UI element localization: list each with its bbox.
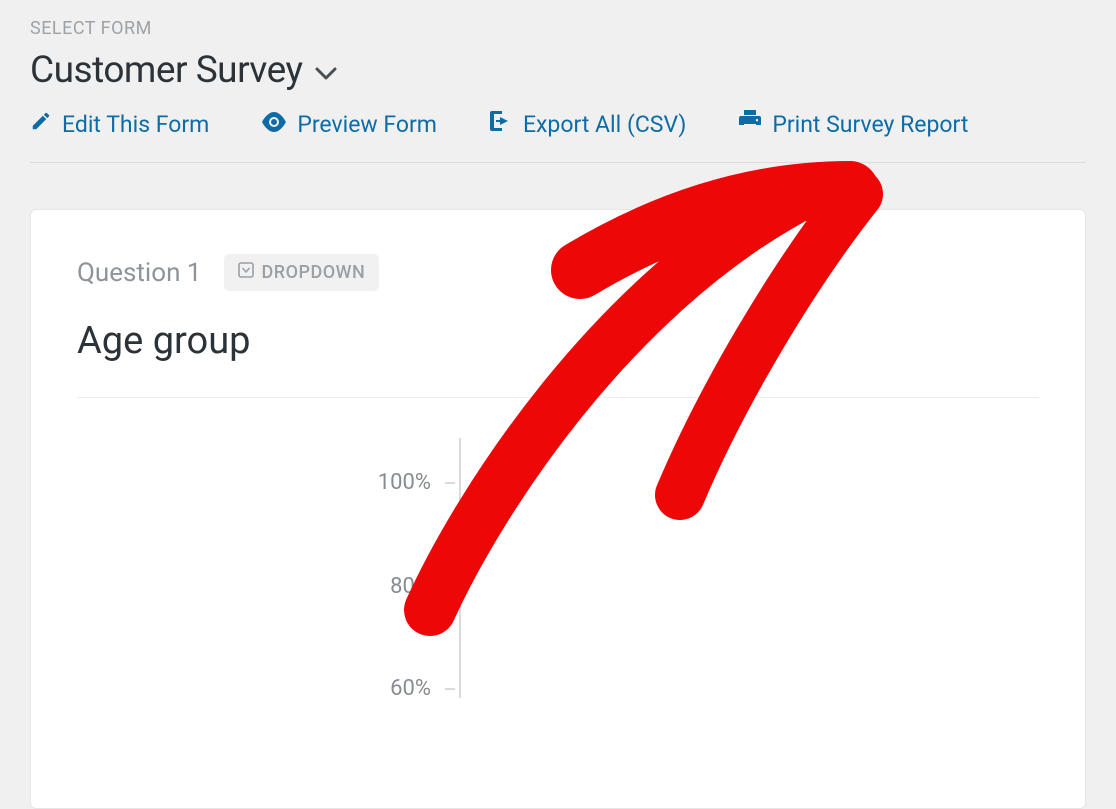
tick-label-60: 60%: [77, 676, 445, 701]
form-selector[interactable]: Customer Survey: [30, 49, 1086, 92]
form-name: Customer Survey: [30, 49, 303, 92]
preview-form-link[interactable]: Preview Form: [261, 110, 437, 138]
export-csv-link[interactable]: Export All (CSV): [489, 110, 686, 138]
question-title: Age group: [77, 319, 1039, 363]
print-report-link[interactable]: Print Survey Report: [738, 110, 968, 138]
question-card: Question 1 DROPDOWN Age group 100% 80% 6…: [30, 209, 1086, 809]
print-report-label: Print Survey Report: [772, 111, 968, 138]
tick-mark: [445, 688, 455, 690]
select-form-label: SELECT FORM: [30, 18, 1086, 39]
divider: [77, 397, 1039, 398]
export-csv-label: Export All (CSV): [523, 111, 686, 138]
field-type-badge: DROPDOWN: [224, 254, 380, 291]
dropdown-icon: [238, 262, 254, 283]
export-icon: [489, 110, 513, 138]
print-icon: [738, 110, 762, 138]
edit-form-label: Edit This Form: [62, 111, 209, 138]
pencil-icon: [30, 110, 52, 138]
field-type-label: DROPDOWN: [262, 262, 366, 283]
preview-form-label: Preview Form: [297, 111, 437, 138]
tick-label-100: 100%: [77, 470, 445, 495]
tick-mark: [445, 482, 455, 484]
action-bar: Edit This Form Preview Form Export All (…: [30, 110, 1086, 163]
chevron-down-icon: [315, 67, 337, 81]
question-number: Question 1: [77, 258, 202, 288]
chart-area: 100% 80% 60%: [77, 438, 1039, 698]
eye-icon: [261, 111, 287, 138]
tick-label-80: 80%: [77, 574, 445, 599]
edit-form-link[interactable]: Edit This Form: [30, 110, 209, 138]
tick-mark: [445, 586, 455, 588]
